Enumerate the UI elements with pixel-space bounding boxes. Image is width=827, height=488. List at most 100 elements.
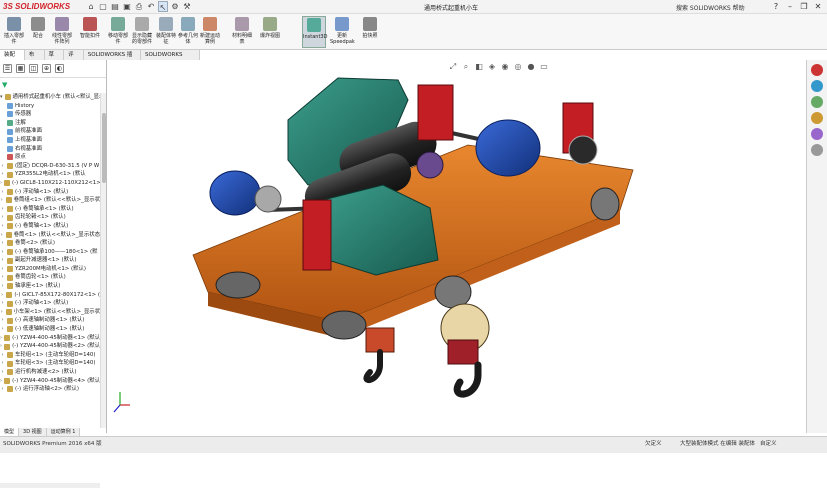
expand-icon[interactable]: › [0,196,4,205]
bottom-tab-1[interactable]: 3D 视图 [19,428,47,436]
tree-item[interactable]: › (-) 卷筒轴承100——180<1> (默 [0,248,100,257]
expand-icon[interactable]: › [0,351,5,360]
tree-item[interactable]: › 卷筒组<1> (默认<<默认>_显示状 [0,196,100,205]
expand-icon[interactable]: › [0,222,5,231]
tab-3[interactable]: 评估 [64,50,84,68]
tree-item[interactable]: › (-) YZW4-400-45制动器<4> (默认 [0,377,100,386]
home-icon[interactable]: ⌂ [86,1,96,12]
expand-icon[interactable]: › [0,291,4,300]
display-manager-icon[interactable]: ◐ [55,64,64,73]
expand-icon[interactable]: › [0,231,4,240]
ribbon-button-5[interactable]: 显示隐藏的零部件 [130,16,154,48]
view-palette-icon[interactable] [811,112,823,124]
save-icon[interactable]: ▣ [122,1,132,12]
tree-item[interactable]: › 车轮组<3> (主动车轮组D=140) [0,359,100,368]
tree-item[interactable]: › (固定) DCQR-D-630-31.5 (V P W [0,162,100,171]
tree-item[interactable]: ▾ 通用桥式起重机小车 (默认<默认_显示状 [0,93,100,102]
resources-icon[interactable] [811,64,823,76]
tree-item[interactable]: › 小车架<1> (默认<<默认>_显示状 [0,308,100,317]
status-units[interactable]: 自定义 [760,439,777,447]
section-view-icon[interactable]: ◧ [474,62,484,72]
hide-show-icon[interactable]: ◎ [513,62,523,72]
tree-item[interactable]: › (-) 运行浮动轴<2> (默认) [0,385,100,394]
tab-1[interactable]: 布局 [24,50,45,68]
expand-icon[interactable]: ▾ [0,93,3,102]
print-icon[interactable]: ⎙ [134,1,144,12]
tree-hscrollbar[interactable] [0,483,100,488]
ribbon-button-11[interactable]: Instant3D [302,16,327,48]
property-manager-icon[interactable]: ▦ [16,64,25,73]
tab-4[interactable]: SOLIDWORKS 插件 [83,50,142,68]
expand-icon[interactable]: › [0,273,5,282]
expand-icon[interactable]: › [0,368,5,377]
help-icon[interactable]: ? [769,0,783,13]
scene-icon[interactable]: ▭ [539,62,549,72]
tree-item[interactable]: › (-) 高速轴制动器<1> (默认) [0,316,100,325]
view-orientation-icon[interactable]: ◈ [487,62,497,72]
zoom-fit-icon[interactable]: ⤢ [448,62,458,72]
expand-icon[interactable]: › [0,334,2,343]
expand-icon[interactable]: › [0,213,5,222]
filter-icon[interactable]: ▼ [2,81,7,89]
tree-item[interactable]: 原点 [0,153,100,162]
ribbon-button-2[interactable]: 线性零部件阵列 [50,16,74,48]
ribbon-button-12[interactable]: 更新Speedpak [330,16,355,48]
undo-icon[interactable]: ↶ [146,1,156,12]
restore-icon[interactable]: ❐ [797,0,811,13]
expand-icon[interactable]: › [0,377,2,386]
expand-icon[interactable]: › [0,385,5,394]
ribbon-button-9[interactable]: 材料明细表 [230,16,254,48]
file-explorer-icon[interactable] [811,96,823,108]
graphics-viewport[interactable]: ⤢ ⌕ ◧ ◈ ◉ ◎ ● ▭ [108,60,806,433]
ribbon-button-7[interactable]: 参考几何体 [176,16,200,48]
expand-icon[interactable]: › [0,248,5,257]
new-icon[interactable]: ▢ [98,1,108,12]
tree-item[interactable]: › 运行机构减速<2> (默认) [0,368,100,377]
custom-properties-icon[interactable] [811,144,823,156]
tree-item[interactable]: › (-) 卷筒轴<1> (默认) [0,222,100,231]
expand-icon[interactable]: › [0,359,5,368]
search-input[interactable]: 搜索 SOLIDWORKS 帮助 [676,3,745,12]
config-manager-icon[interactable]: ◫ [29,64,38,73]
expand-icon[interactable]: › [0,170,5,179]
expand-icon[interactable]: › [0,239,5,248]
display-style-icon[interactable]: ◉ [500,62,510,72]
expand-icon[interactable]: › [0,299,5,308]
tree-item[interactable]: 上视基准面 [0,136,100,145]
ribbon-button-4[interactable]: 移动零部件 [106,16,130,48]
tree-item[interactable]: › (-) 卷筒轴承<1> (默认) [0,205,100,214]
tree-item[interactable]: › 卷筒齿轮<1> (默认) [0,273,100,282]
expand-icon[interactable]: › [0,162,5,171]
bottom-tab-0[interactable]: 模型 [0,428,20,436]
tree-item[interactable]: › (-) 低速轴制动器<1> (默认) [0,325,100,334]
expand-icon[interactable]: › [0,265,5,274]
tree-item[interactable]: › (-) YZW4-400-45制动器<2> (默认 [0,342,100,351]
ribbon-button-10[interactable]: 爆炸视图 [258,16,282,48]
tree-item[interactable]: › (-) GICL7-85X172-80X172<1> ( [0,291,100,300]
tree-item[interactable]: 右视基准面 [0,145,100,154]
tree-item[interactable]: › 副起升减速器<1> (默认) [0,256,100,265]
tree-item[interactable]: › (-) 浮动轴<1> (默认) [0,188,100,197]
tree-item[interactable]: 前视基准面 [0,127,100,136]
tree-item[interactable]: › YZR200M电动机<1> (默认) [0,265,100,274]
appearances-icon[interactable] [811,128,823,140]
tree-item[interactable]: › 车轮组<1> (主动车轮组D=140) [0,351,100,360]
open-icon[interactable]: ▤ [110,1,120,12]
tree-item[interactable]: 传感器 [0,110,100,119]
close-icon[interactable]: ✕ [811,0,825,13]
options-icon[interactable]: ⚒ [182,1,192,12]
tab-0[interactable]: 装配体 [0,50,25,68]
dimxpert-icon[interactable]: ⊕ [42,64,51,73]
ribbon-button-13[interactable]: 拍快照 [358,16,382,48]
tab-2[interactable]: 草图 [44,50,65,68]
ribbon-button-3[interactable]: 智能扣件 [78,16,102,48]
rebuild-icon[interactable]: ⚙ [170,1,180,12]
ribbon-button-0[interactable]: 插入零部件 [2,16,26,48]
tree-item[interactable]: 注解 [0,119,100,128]
tree-item[interactable]: › (-) GICL8-110X212-110X212<1> [0,179,100,188]
expand-icon[interactable]: › [0,325,5,334]
expand-icon[interactable]: › [0,316,5,325]
expand-icon[interactable]: › [0,282,5,291]
appearance-icon[interactable]: ● [526,62,536,72]
tree-item[interactable]: History [0,102,100,111]
